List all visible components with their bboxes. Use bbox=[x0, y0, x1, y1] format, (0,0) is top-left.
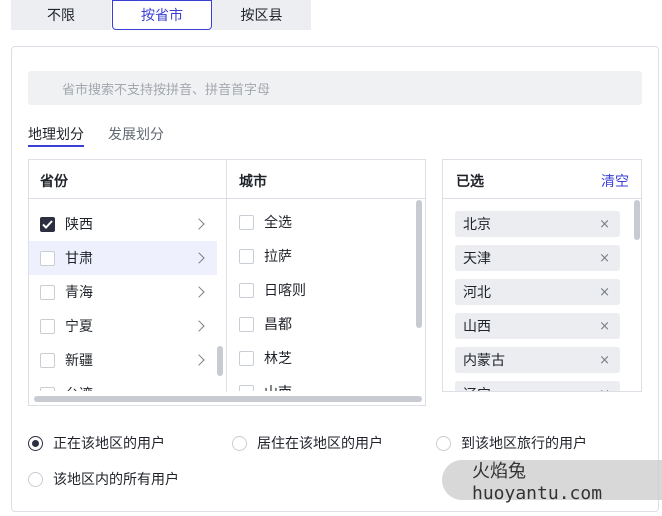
city-label: 山南 bbox=[264, 382, 292, 391]
horizontal-scrollbar[interactable] bbox=[34, 396, 422, 402]
city-scrollbar[interactable] bbox=[416, 200, 422, 328]
radio-label: 居住在该地区的用户 bbox=[257, 436, 383, 452]
province-item-gansu[interactable]: 甘肃 bbox=[29, 241, 217, 275]
selected-scrollbar[interactable] bbox=[634, 200, 640, 240]
close-icon[interactable]: × bbox=[599, 353, 610, 368]
province-label: 甘肃 bbox=[65, 251, 93, 267]
city-header: 城市 bbox=[239, 174, 267, 190]
checkbox[interactable] bbox=[40, 352, 55, 368]
city-label: 拉萨 bbox=[264, 249, 292, 265]
province-scrollbar[interactable] bbox=[217, 346, 223, 376]
city-item-nyingchi[interactable]: 林芝 bbox=[227, 341, 407, 375]
city-item-shigatse[interactable]: 日喀则 bbox=[227, 273, 407, 307]
province-label: 宁夏 bbox=[65, 319, 93, 335]
checkbox[interactable] bbox=[239, 316, 254, 332]
radio-label: 正在该地区的用户 bbox=[53, 436, 165, 452]
selected-chip: 天津 × bbox=[455, 245, 620, 271]
chip-label: 北京 bbox=[463, 217, 491, 233]
checkbox[interactable] bbox=[239, 384, 254, 391]
province-list: 陕西 甘肃 青海 宁夏 新疆 台湾 bbox=[29, 199, 226, 391]
radio-label: 到该地区旅行的用户 bbox=[461, 436, 587, 452]
selected-chip: 山西 × bbox=[455, 313, 620, 339]
province-item-qinghai[interactable]: 青海 bbox=[29, 275, 217, 309]
checkbox-checked[interactable] bbox=[40, 216, 55, 232]
province-item-xinjiang[interactable]: 新疆 bbox=[29, 343, 217, 377]
city-item-lhasa[interactable]: 拉萨 bbox=[227, 239, 407, 273]
radio-label: 该地区内的所有用户 bbox=[53, 472, 179, 488]
chevron-right-icon bbox=[193, 286, 205, 298]
city-item-select-all[interactable]: 全选 bbox=[227, 205, 407, 239]
checkbox[interactable] bbox=[239, 282, 254, 298]
selected-list: 北京 × 天津 × 河北 × 山西 × 内蒙古 × 辽宁 × bbox=[443, 199, 633, 391]
active-tab-indicator bbox=[28, 145, 84, 147]
close-icon[interactable]: × bbox=[599, 251, 610, 266]
search-input[interactable]: 省市搜索不支持按拼音、拼音首字母 bbox=[28, 71, 642, 105]
checkbox[interactable] bbox=[40, 250, 55, 266]
city-label: 全选 bbox=[264, 215, 292, 231]
city-label: 日喀则 bbox=[264, 283, 306, 299]
checkbox[interactable] bbox=[40, 386, 55, 391]
radio-living-in-region[interactable]: 居住在该地区的用户 bbox=[232, 433, 383, 453]
province-label: 新疆 bbox=[65, 353, 93, 369]
selected-chip: 北京 × bbox=[455, 211, 620, 237]
city-list: 全选 拉萨 日喀则 昌都 林芝 山南 bbox=[227, 199, 415, 391]
radio[interactable] bbox=[28, 471, 43, 487]
chevron-right-icon bbox=[193, 354, 205, 366]
clear-button[interactable]: 清空 bbox=[601, 171, 629, 191]
selected-header: 已选 bbox=[456, 174, 484, 190]
province-label: 陕西 bbox=[65, 217, 93, 233]
radio-currently-in-region[interactable]: 正在该地区的用户 bbox=[28, 433, 165, 453]
selected-chip: 河北 × bbox=[455, 279, 620, 305]
watermark: 火焰兔 huoyantu.com bbox=[442, 460, 662, 504]
chip-label: 河北 bbox=[463, 285, 491, 301]
checkbox[interactable] bbox=[239, 350, 254, 366]
province-item-taiwan[interactable]: 台湾 bbox=[29, 377, 217, 391]
chip-label: 天津 bbox=[463, 251, 491, 267]
close-icon[interactable]: × bbox=[599, 387, 610, 392]
radio-traveling-to-region[interactable]: 到该地区旅行的用户 bbox=[436, 433, 587, 453]
city-item-shannan[interactable]: 山南 bbox=[227, 375, 407, 391]
checkbox[interactable] bbox=[239, 214, 254, 230]
chip-label: 辽宁 bbox=[463, 384, 491, 391]
radio-all-in-region[interactable]: 该地区内的所有用户 bbox=[28, 469, 179, 489]
radio-selected[interactable] bbox=[28, 435, 43, 451]
radio[interactable] bbox=[232, 435, 247, 451]
checkbox[interactable] bbox=[239, 248, 254, 264]
city-label: 林芝 bbox=[264, 351, 292, 367]
province-label: 台湾 bbox=[65, 384, 93, 391]
chevron-right-icon bbox=[193, 320, 205, 332]
tab-unlimited[interactable]: 不限 bbox=[11, 0, 111, 30]
tab-by-district[interactable]: 按区县 bbox=[212, 0, 311, 30]
checkbox[interactable] bbox=[40, 318, 55, 334]
tab-by-province[interactable]: 按省市 bbox=[112, 0, 212, 30]
close-icon[interactable]: × bbox=[599, 319, 610, 334]
selected-chip: 内蒙古 × bbox=[455, 347, 620, 373]
checkbox[interactable] bbox=[40, 284, 55, 300]
close-icon[interactable]: × bbox=[599, 217, 610, 232]
tab-geographic[interactable]: 地理划分 bbox=[28, 124, 84, 144]
city-label: 昌都 bbox=[264, 317, 292, 333]
province-item-shaanxi[interactable]: 陕西 bbox=[29, 207, 217, 241]
chip-label: 山西 bbox=[463, 319, 491, 335]
province-label: 青海 bbox=[65, 285, 93, 301]
chip-label: 内蒙古 bbox=[463, 353, 505, 369]
selected-chip: 辽宁 × bbox=[455, 381, 620, 391]
province-item-ningxia[interactable]: 宁夏 bbox=[29, 309, 217, 343]
chevron-right-icon bbox=[193, 252, 205, 264]
city-item-qamdo[interactable]: 昌都 bbox=[227, 307, 407, 341]
radio[interactable] bbox=[436, 435, 451, 451]
tab-development[interactable]: 发展划分 bbox=[108, 124, 164, 144]
chevron-right-icon bbox=[193, 218, 205, 230]
province-header: 省份 bbox=[40, 174, 68, 190]
close-icon[interactable]: × bbox=[599, 285, 610, 300]
